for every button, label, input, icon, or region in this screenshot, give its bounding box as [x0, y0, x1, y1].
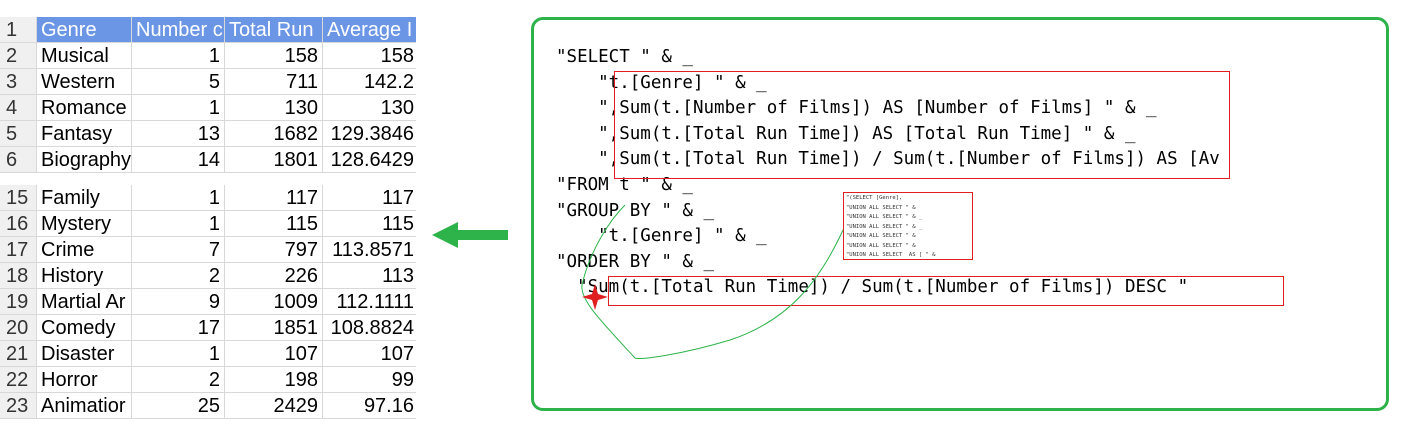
table-row: 21 Disaster 1 107 107 [0, 341, 416, 367]
row-number[interactable]: 2 [0, 43, 37, 68]
row-number[interactable]: 20 [0, 315, 37, 340]
row-number[interactable]: 21 [0, 341, 37, 366]
films-cell[interactable]: 2 [132, 263, 225, 288]
genre-cell[interactable]: Romance [37, 95, 132, 120]
table-row: 6 Biography 14 1801 128.6429 [0, 147, 416, 173]
table-row: 19 Martial Ar 9 1009 112.1111 [0, 289, 416, 315]
row-number[interactable]: 15 [0, 185, 37, 210]
column-header[interactable]: Genre [37, 17, 132, 42]
arrow-left-icon [432, 222, 508, 248]
row-number[interactable]: 18 [0, 263, 37, 288]
runtime-cell[interactable]: 198 [225, 367, 323, 392]
table-row: 17 Crime 7 797 113.8571 [0, 237, 416, 263]
row-number[interactable]: 23 [0, 393, 37, 418]
films-cell[interactable]: 1 [132, 95, 225, 120]
genre-cell[interactable]: History [37, 263, 132, 288]
films-cell[interactable]: 1 [132, 211, 225, 236]
table-row: 4 Romance 1 130 130 [0, 95, 416, 121]
average-cell[interactable]: 129.3846 [323, 121, 416, 146]
genre-cell[interactable]: Biography [37, 147, 132, 172]
average-cell[interactable]: 130 [323, 95, 416, 120]
genre-cell[interactable]: Crime [37, 237, 132, 262]
row-number[interactable]: 6 [0, 147, 37, 172]
genre-cell[interactable]: Comedy [37, 315, 132, 340]
table-row: 18 History 2 226 113 [0, 263, 416, 289]
runtime-cell[interactable]: 130 [225, 95, 323, 120]
annotation-curve [581, 204, 844, 359]
average-cell[interactable]: 113 [323, 263, 416, 288]
row-number[interactable]: 4 [0, 95, 37, 120]
average-cell[interactable]: 115 [323, 211, 416, 236]
runtime-cell[interactable]: 158 [225, 43, 323, 68]
table-row: 15 Family 1 117 117 [0, 185, 416, 211]
row-number[interactable]: 3 [0, 69, 37, 94]
table-row: 5 Fantasy 13 1682 129.3846 [0, 121, 416, 147]
films-cell[interactable]: 7 [132, 237, 225, 262]
average-cell[interactable]: 97.16 [323, 393, 416, 418]
code-line: "SELECT " & _ [556, 47, 693, 67]
runtime-cell[interactable]: 1009 [225, 289, 323, 314]
table-row: 3 Western 5 711 142.2 [0, 69, 416, 95]
column-header[interactable]: Average I [323, 17, 416, 42]
runtime-cell[interactable]: 1682 [225, 121, 323, 146]
row-number[interactable]: 19 [0, 289, 37, 314]
genre-cell[interactable]: Martial Ar [37, 289, 132, 314]
films-cell[interactable]: 25 [132, 393, 225, 418]
column-header[interactable]: Total Run [225, 17, 323, 42]
genre-cell[interactable]: Musical [37, 43, 132, 68]
row-number[interactable]: 16 [0, 211, 37, 236]
table-row: 20 Comedy 17 1851 108.8824 [0, 315, 416, 341]
star-icon [582, 284, 608, 310]
runtime-cell[interactable]: 117 [225, 185, 323, 210]
average-cell[interactable]: 99 [323, 367, 416, 392]
runtime-cell[interactable]: 2429 [225, 393, 323, 418]
genre-cell[interactable]: Horror [37, 367, 132, 392]
average-cell[interactable]: 117 [323, 185, 416, 210]
row-number[interactable]: 22 [0, 367, 37, 392]
films-cell[interactable]: 1 [132, 185, 225, 210]
row-number[interactable]: 17 [0, 237, 37, 262]
table-row: 23 Animatior 25 2429 97.16 [0, 393, 416, 419]
runtime-cell[interactable]: 115 [225, 211, 323, 236]
row-number[interactable]: 1 [0, 17, 37, 42]
table-row: 22 Horror 2 198 99 [0, 367, 416, 393]
runtime-cell[interactable]: 797 [225, 237, 323, 262]
films-cell[interactable]: 2 [132, 367, 225, 392]
runtime-cell[interactable]: 226 [225, 263, 323, 288]
header-row: 1 Genre Number c Total Run Average I [0, 17, 416, 43]
genre-cell[interactable]: Mystery [37, 211, 132, 236]
films-cell[interactable]: 9 [132, 289, 225, 314]
code-thumbnail: "(SELECT [Genre], "UNION ALL SELECT " & … [843, 192, 973, 260]
genre-cell[interactable]: Fantasy [37, 121, 132, 146]
films-cell[interactable]: 17 [132, 315, 225, 340]
average-cell[interactable]: 108.8824 [323, 315, 416, 340]
films-cell[interactable]: 1 [132, 43, 225, 68]
runtime-cell[interactable]: 1801 [225, 147, 323, 172]
average-cell[interactable]: 128.6429 [323, 147, 416, 172]
average-cell[interactable]: 142.2 [323, 69, 416, 94]
films-cell[interactable]: 5 [132, 69, 225, 94]
genre-cell[interactable]: Western [37, 69, 132, 94]
average-cell[interactable]: 107 [323, 341, 416, 366]
runtime-cell[interactable]: 1851 [225, 315, 323, 340]
genre-cell[interactable]: Animatior [37, 393, 132, 418]
row-number[interactable]: 5 [0, 121, 37, 146]
runtime-cell[interactable]: 107 [225, 341, 323, 366]
films-cell[interactable]: 1 [132, 341, 225, 366]
select-fields-highlight [614, 71, 1230, 179]
average-cell[interactable]: 113.8571 [323, 237, 416, 262]
genre-cell[interactable]: Disaster [37, 341, 132, 366]
column-header[interactable]: Number c [132, 17, 225, 42]
runtime-cell[interactable]: 711 [225, 69, 323, 94]
average-cell[interactable]: 158 [323, 43, 416, 68]
films-cell[interactable]: 14 [132, 147, 225, 172]
genre-cell[interactable]: Family [37, 185, 132, 210]
films-cell[interactable]: 13 [132, 121, 225, 146]
table-row: 16 Mystery 1 115 115 [0, 211, 416, 237]
average-cell[interactable]: 112.1111 [323, 289, 416, 314]
table-row: 2 Musical 1 158 158 [0, 43, 416, 69]
